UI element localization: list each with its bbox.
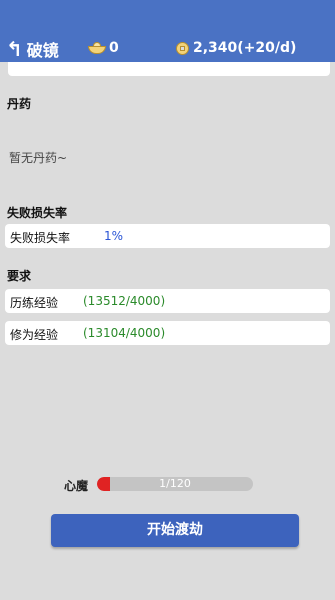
heart-demon-progress-bar: 1/120	[97, 477, 253, 491]
previous-panel-edge	[8, 62, 330, 76]
heart-demon-progress-text: 1/120	[159, 477, 191, 490]
coin-count: 2,340(+20/d)	[193, 40, 297, 56]
requirements-section-title: 要求	[7, 269, 32, 283]
copper-coin-icon	[176, 41, 189, 55]
ingot-count: 0	[109, 40, 119, 56]
elixir-section-title: 丹药	[7, 97, 32, 111]
fail-rate-section-title: 失败损失率	[7, 206, 68, 220]
requirement-value: (13512/4000)	[83, 294, 166, 308]
requirement-value: (13104/4000)	[83, 326, 166, 340]
gold-ingot-icon	[88, 42, 106, 54]
requirement-row-cultivation: 修为经验 (13104/4000)	[5, 321, 330, 345]
back-button[interactable]: ↰ 破镜	[6, 37, 59, 61]
coin-resource: 2,340(+20/d)	[176, 40, 296, 56]
requirement-row-training: 历练经验 (13512/4000)	[5, 289, 330, 313]
start-tribulation-button[interactable]: 开始渡劫	[51, 514, 299, 547]
fail-rate-label: 失败损失率	[10, 231, 71, 245]
fail-rate-value: 1%	[104, 229, 124, 243]
elixir-empty-text: 暂无丹药~	[9, 151, 68, 165]
requirement-label: 修为经验	[10, 328, 59, 342]
ingot-resource: 0	[88, 40, 119, 56]
requirement-label: 历练经验	[10, 296, 59, 310]
top-bar: ↰ 破镜 0 2,340(+20/d)	[0, 0, 335, 62]
page-title: 破镜	[26, 41, 59, 60]
back-arrow-icon: ↰	[6, 37, 23, 61]
heart-demon-label: 心魔	[64, 479, 89, 493]
fail-rate-row: 失败损失率 1%	[5, 224, 330, 248]
